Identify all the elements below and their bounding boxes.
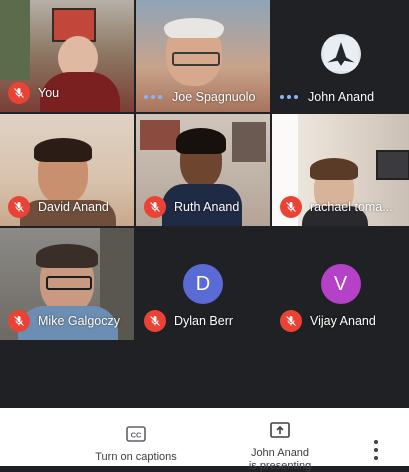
participant-grid: You Joe Spagnuolo John Anand David Anand…: [0, 0, 409, 340]
avatar: D: [183, 264, 223, 304]
participant-tile-dylan[interactable]: D Dylan Berr: [136, 228, 270, 340]
presenting-indicator[interactable]: John Anand is presenting: [232, 422, 328, 472]
svg-text:CC: CC: [131, 431, 142, 440]
participant-label: Mike Galgoczy: [8, 310, 120, 332]
mic-off-icon: [8, 196, 30, 218]
participant-name: Ruth Anand: [174, 200, 240, 214]
participant-label: John Anand: [280, 90, 374, 104]
mic-off-icon: [144, 310, 166, 332]
participant-label: Vijay Anand: [280, 310, 376, 332]
presenter-status: is presenting: [248, 460, 312, 472]
jet-icon: [320, 34, 361, 74]
participant-label: David Anand: [8, 196, 109, 218]
participant-tile-vijay[interactable]: V Vijay Anand: [272, 228, 409, 340]
participant-tile-ruth[interactable]: Ruth Anand: [136, 114, 270, 226]
present-screen-icon: [270, 422, 290, 438]
avatar-initial: D: [195, 272, 211, 295]
empty-stage: [0, 340, 409, 408]
participant-name: Mike Galgoczy: [38, 314, 120, 328]
mic-off-icon: [280, 310, 302, 332]
speaking-indicator-icon: [280, 95, 298, 99]
participant-label: Dylan Berr: [144, 310, 233, 332]
avatar-initial: V: [333, 272, 348, 295]
participant-name: David Anand: [38, 200, 109, 214]
participant-label: Ruth Anand: [144, 196, 239, 218]
participant-name: Vijay Anand: [310, 314, 376, 328]
participant-tile-joe[interactable]: Joe Spagnuolo: [136, 0, 270, 112]
participant-label: You: [8, 82, 59, 104]
speaking-indicator-icon: [144, 95, 162, 99]
participant-tile-david[interactable]: David Anand: [0, 114, 134, 226]
more-vert-icon[interactable]: [368, 440, 384, 460]
participant-name: Dylan Berr: [174, 314, 234, 328]
participant-name: rachael toma...: [310, 200, 393, 214]
presenter-name: John Anand: [250, 447, 310, 459]
mic-off-icon: [8, 310, 30, 332]
mic-off-icon: [8, 82, 30, 104]
captions-label: Turn on captions: [95, 451, 177, 463]
participant-tile-rachael[interactable]: rachael toma...: [272, 114, 409, 226]
avatar: V: [320, 264, 361, 304]
mic-off-icon: [144, 196, 166, 218]
participant-label: Joe Spagnuolo: [144, 90, 255, 104]
bottom-toolbar: CC Turn on captions John Anand is presen…: [0, 408, 409, 472]
participant-tile-john[interactable]: John Anand: [272, 0, 409, 112]
participant-name: You: [38, 86, 60, 100]
participant-tile-you[interactable]: You: [0, 0, 134, 112]
participant-tile-mike[interactable]: Mike Galgoczy: [0, 228, 134, 340]
participant-name: John Anand: [308, 90, 375, 104]
mic-off-icon: [280, 196, 302, 218]
participant-name: Joe Spagnuolo: [172, 90, 256, 104]
captions-button[interactable]: CC Turn on captions: [82, 426, 190, 463]
cc-icon: CC: [126, 426, 146, 442]
participant-label: rachael toma...: [280, 196, 393, 218]
